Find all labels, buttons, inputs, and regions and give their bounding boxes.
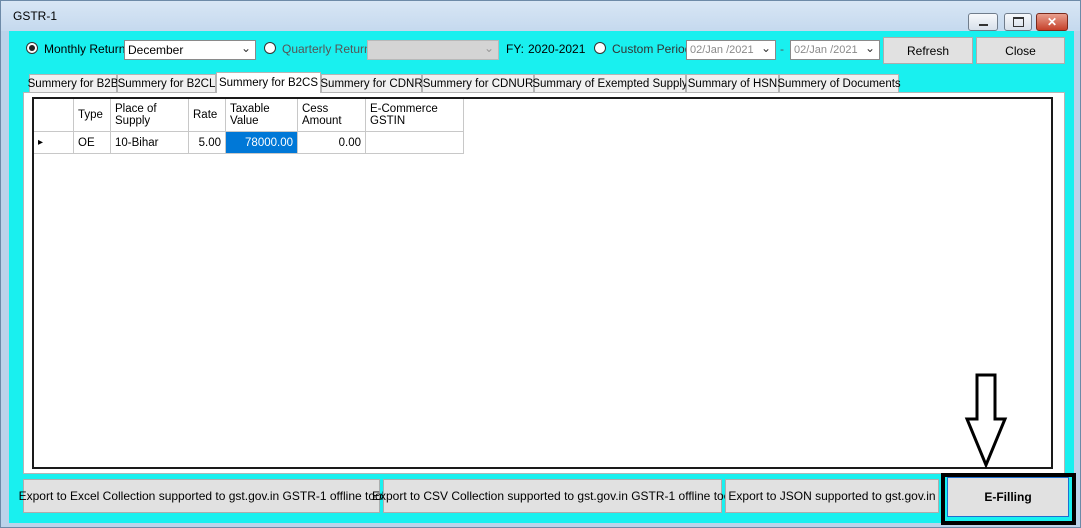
close-button[interactable]: Close: [976, 37, 1065, 64]
custom-period-label[interactable]: Custom Period: [612, 42, 691, 56]
cell-type[interactable]: OE: [74, 132, 111, 154]
column-header-place[interactable]: Place of Supply: [111, 99, 189, 132]
client-area: Monthly Return December ⌄ Quarterly Retu…: [9, 31, 1074, 523]
monthly-return-label[interactable]: Monthly Return: [44, 42, 125, 56]
tab-exempted-supply[interactable]: Summary of Exempted Supply: [532, 74, 688, 92]
month-select[interactable]: December ⌄: [124, 40, 256, 60]
date-to-picker[interactable]: 02/Jan /2021 ⌄: [790, 40, 880, 60]
row-selector[interactable]: ▸: [34, 132, 74, 154]
monthly-return-radio[interactable]: [26, 42, 38, 54]
tab-b2cs[interactable]: Summery for B2CS: [216, 72, 321, 93]
row-header-corner: [34, 99, 74, 132]
window-title: GSTR-1: [13, 9, 58, 23]
column-header-cess[interactable]: Cess Amount: [298, 99, 366, 132]
month-value: December: [128, 43, 184, 57]
down-arrow-icon: [964, 373, 1008, 469]
date-separator: -: [780, 42, 784, 56]
minimize-icon: [978, 24, 988, 26]
close-x-icon: ✕: [1046, 15, 1058, 29]
tab-b2cl[interactable]: Summery for B2CL: [117, 74, 216, 92]
date-from-picker[interactable]: 02/Jan /2021 ⌄: [686, 40, 776, 60]
quarterly-return-radio[interactable]: [264, 42, 276, 54]
column-header-gstin[interactable]: E-Commerce GSTIN: [366, 99, 464, 132]
tab-b2b[interactable]: Summery for B2B: [28, 74, 118, 92]
fy-label: FY:: [506, 42, 525, 56]
chevron-down-icon: ⌄: [240, 41, 251, 55]
chevron-down-icon: ⌄: [864, 41, 875, 55]
maximize-icon: [1012, 17, 1024, 27]
cell-place[interactable]: 10-Bihar: [111, 132, 189, 154]
export-csv-button[interactable]: Export to CSV Collection supported to gs…: [372, 479, 733, 513]
column-header-type[interactable]: Type: [74, 99, 111, 132]
title-bar[interactable]: GSTR-1 ✕: [1, 1, 1080, 31]
cell-cess[interactable]: 0.00: [298, 132, 366, 154]
export-excel-button[interactable]: Export to Excel Collection supported to …: [19, 479, 384, 513]
gstr1-window: GSTR-1 ✕ Monthly Return December ⌄ Quart…: [0, 0, 1081, 528]
cell-rate[interactable]: 5.00: [189, 132, 226, 154]
quarter-select: ⌄: [367, 40, 499, 60]
date-to-value: 02/Jan /2021: [794, 44, 858, 56]
refresh-button[interactable]: Refresh: [883, 37, 973, 64]
export-json-button[interactable]: Export to JSON supported to gst.gov.in: [725, 479, 939, 513]
tab-cdnr[interactable]: Summery for CDNR: [320, 74, 423, 92]
cell-taxable[interactable]: 78000.00: [226, 132, 298, 154]
fy-value: 2020-2021: [528, 42, 586, 56]
efilling-button[interactable]: E-Filling: [947, 477, 1069, 517]
cell-gstin[interactable]: [366, 132, 464, 154]
close-window-button[interactable]: ✕: [1036, 13, 1068, 31]
date-from-value: 02/Jan /2021: [690, 44, 754, 56]
tab-cdnur[interactable]: Summery for CDNUR: [422, 74, 534, 92]
tab-panel: Type Place of Supply Rate Taxable Value …: [23, 92, 1065, 474]
minimize-button[interactable]: [968, 13, 998, 31]
tab-hsn[interactable]: Summary of HSN: [686, 74, 779, 92]
custom-period-radio[interactable]: [594, 42, 606, 54]
column-header-rate[interactable]: Rate: [189, 99, 226, 132]
b2cs-grid[interactable]: Type Place of Supply Rate Taxable Value …: [32, 97, 1053, 469]
chevron-down-icon: ⌄: [760, 41, 771, 55]
quarterly-return-label[interactable]: Quarterly Return: [282, 42, 371, 56]
column-header-taxable[interactable]: Taxable Value: [226, 99, 298, 132]
tab-documents[interactable]: Summery of Documents: [777, 74, 901, 92]
maximize-button[interactable]: [1004, 13, 1032, 31]
chevron-down-icon: ⌄: [483, 41, 494, 55]
filter-bar: Monthly Return December ⌄ Quarterly Retu…: [9, 31, 1074, 71]
